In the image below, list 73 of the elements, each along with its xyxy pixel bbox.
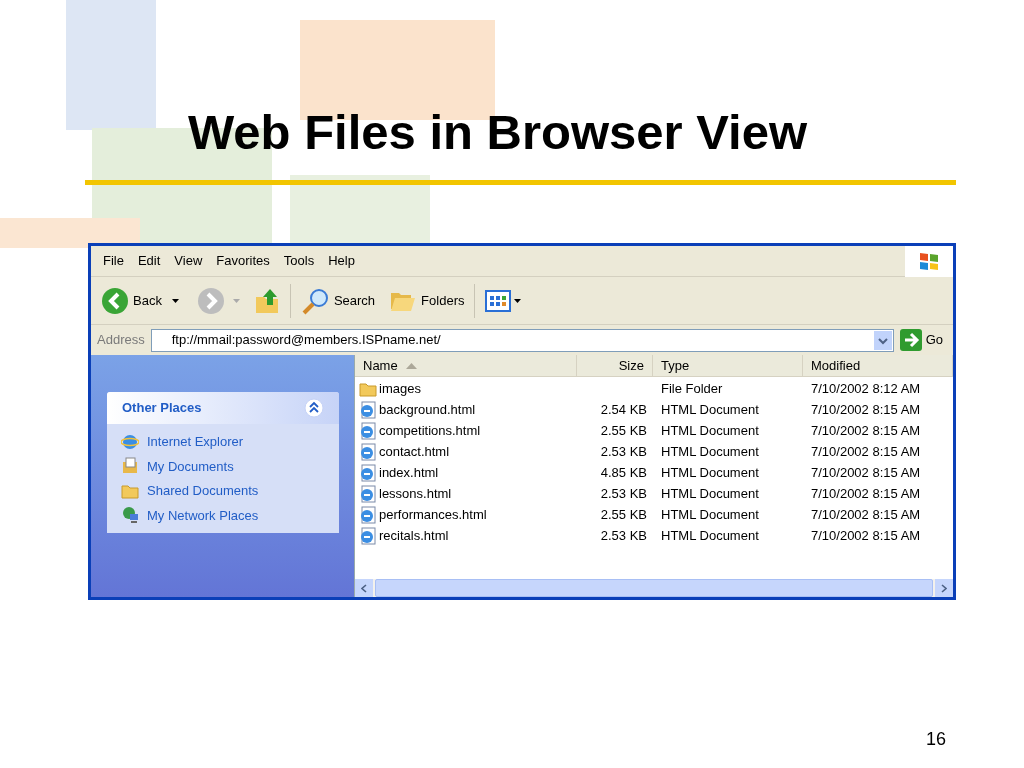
html-document-icon: [359, 505, 377, 524]
place-link[interactable]: Shared Documents: [147, 481, 259, 501]
file-name[interactable]: images: [379, 378, 421, 399]
modified-date: 7/10/2002 8:15 AM: [811, 505, 921, 524]
column-header[interactable]: Name: [355, 355, 577, 376]
html-document-icon: [359, 442, 377, 461]
modified-date: 7/10/2002 8:15 AM: [811, 526, 921, 545]
column-header[interactable]: Modified: [803, 355, 953, 376]
file-size: 2.53 KB: [600, 442, 647, 461]
html-document-icon: [359, 526, 377, 545]
modified-date: 7/10/2002 8:15 AM: [811, 400, 921, 419]
file-name[interactable]: contact.html: [379, 441, 450, 462]
dropdown-caret-icon[interactable]: [171, 298, 179, 303]
file-size: 4.85 KB: [600, 463, 647, 482]
file-size: 2.53 KB: [600, 484, 647, 503]
views-button[interactable]: [485, 289, 522, 312]
scroll-right-button[interactable]: [935, 579, 953, 597]
file-type: HTML Document: [661, 505, 759, 524]
menu-item[interactable]: Tools: [279, 251, 319, 271]
file-size: 2.55 KB: [600, 421, 647, 440]
page-number: 16: [925, 728, 946, 751]
menu-item[interactable]: Favorites: [212, 251, 274, 271]
place-link[interactable]: Internet Explorer: [147, 432, 244, 452]
file-size: 2.54 KB: [600, 400, 647, 419]
file-name[interactable]: competitions.html: [379, 420, 481, 441]
html-document-icon: [359, 400, 377, 419]
html-document-icon: [359, 484, 377, 503]
views-grid-icon: [485, 289, 512, 312]
address-field[interactable]: ftp://mmail:password@members.ISPname.net/: [150, 328, 894, 352]
modified-date: 7/10/2002 8:15 AM: [811, 463, 921, 482]
column-header[interactable]: Type: [653, 355, 803, 376]
dropdown-caret-icon: [514, 298, 522, 303]
modified-date: 7/10/2002 8:12 AM: [811, 379, 921, 398]
windows-logo-icon: [905, 245, 953, 277]
modified-date: 7/10/2002 8:15 AM: [811, 421, 921, 440]
collapse-chevron-icon[interactable]: [304, 398, 324, 418]
go-button[interactable]: Go: [899, 329, 949, 351]
modified-date: 7/10/2002 8:15 AM: [811, 442, 921, 461]
place-link[interactable]: My Documents: [147, 456, 234, 476]
file-name[interactable]: background.html: [379, 399, 476, 420]
column-header[interactable]: Size: [577, 355, 653, 376]
file-type: HTML Document: [661, 400, 759, 419]
browser-globe-icon: [121, 432, 139, 451]
search-button[interactable]: Search: [300, 286, 376, 315]
panel-title: Other Places: [122, 399, 202, 418]
html-document-icon: [359, 463, 377, 482]
scroll-left-button[interactable]: [355, 579, 373, 597]
address-label: Address: [97, 331, 145, 350]
search-icon: [300, 286, 331, 315]
file-type: HTML Document: [661, 421, 759, 440]
file-type: HTML Document: [661, 463, 759, 482]
modified-date: 7/10/2002 8:15 AM: [811, 484, 921, 503]
html-document-icon: [359, 421, 377, 440]
menu-item[interactable]: File: [99, 251, 128, 271]
file-size: 2.55 KB: [600, 505, 647, 524]
back-button[interactable]: Back: [99, 286, 164, 315]
place-link[interactable]: My Network Places: [147, 505, 259, 525]
file-type: HTML Document: [661, 442, 759, 461]
slide-title: Web Files in Browser View: [188, 108, 808, 157]
file-name[interactable]: performances.html: [379, 504, 487, 525]
file-size: 2.53 KB: [600, 526, 647, 545]
file-name[interactable]: lessons.html: [379, 483, 452, 504]
menu-item[interactable]: View: [170, 251, 207, 271]
network-globe-icon: [121, 506, 139, 525]
documents-icon: [121, 457, 139, 476]
menu-item[interactable]: Help: [324, 251, 359, 271]
folders-button[interactable]: Folders: [389, 287, 465, 314]
menu-item[interactable]: Edit: [133, 251, 165, 271]
file-type: HTML Document: [661, 484, 759, 503]
file-name[interactable]: index.html: [379, 462, 439, 483]
file-type: File Folder: [661, 379, 723, 398]
file-name[interactable]: recitals.html: [379, 525, 449, 546]
file-type: HTML Document: [661, 526, 759, 545]
